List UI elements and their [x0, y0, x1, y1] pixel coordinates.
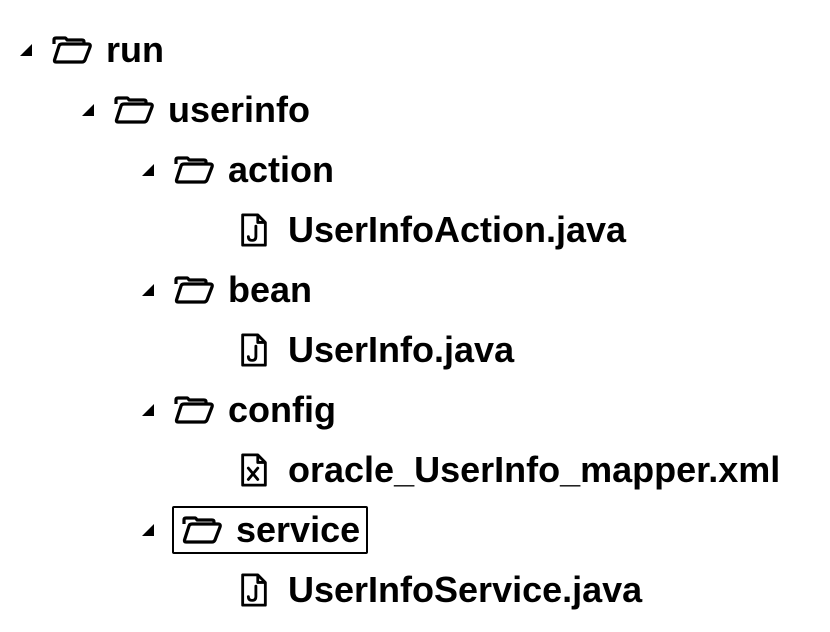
tree-item-label: UserInfo.java — [288, 320, 514, 380]
expand-toggle-icon[interactable] — [18, 42, 42, 58]
tree-item-run[interactable]: run — [10, 20, 820, 80]
java-file-icon — [232, 208, 276, 252]
tree-item-action[interactable]: action — [10, 140, 820, 200]
tree-item-service[interactable]: service — [10, 500, 820, 560]
folder-open-icon — [172, 268, 216, 312]
tree-item-label: UserInfoAction.java — [288, 200, 626, 260]
tree-item-config[interactable]: config — [10, 380, 820, 440]
folder-open-icon — [172, 388, 216, 432]
tree-item-label: config — [228, 380, 336, 440]
folder-open-icon — [180, 508, 224, 552]
folder-open-icon — [112, 88, 156, 132]
tree-item-label: run — [106, 20, 164, 80]
java-file-icon — [232, 568, 276, 612]
expand-toggle-icon[interactable] — [80, 102, 104, 118]
tree-item-label: service — [236, 500, 360, 560]
selected-item: service — [172, 506, 368, 554]
tree-item-label: action — [228, 140, 334, 200]
tree-item-label: UserInfoService.java — [288, 560, 642, 620]
xml-file-icon — [232, 448, 276, 492]
expand-toggle-icon[interactable] — [140, 162, 164, 178]
tree-item-file[interactable]: oracle_UserInfo_mapper.xml — [10, 440, 820, 500]
tree-item-bean[interactable]: bean — [10, 260, 820, 320]
expand-toggle-icon[interactable] — [140, 402, 164, 418]
folder-open-icon — [172, 148, 216, 192]
expand-toggle-icon[interactable] — [140, 282, 164, 298]
tree-item-label: oracle_UserInfo_mapper.xml — [288, 440, 780, 500]
tree-item-userinfo[interactable]: userinfo — [10, 80, 820, 140]
tree-item-file[interactable]: UserInfoAction.java — [10, 200, 820, 260]
tree-item-label: userinfo — [168, 80, 310, 140]
tree-item-file[interactable]: UserInfoService.java — [10, 560, 820, 620]
expand-toggle-icon[interactable] — [140, 522, 164, 538]
folder-open-icon — [50, 28, 94, 72]
file-tree: run userinfo action UserInfoAction.java — [10, 20, 820, 620]
tree-item-label: bean — [228, 260, 312, 320]
java-file-icon — [232, 328, 276, 372]
tree-item-file[interactable]: UserInfo.java — [10, 320, 820, 380]
